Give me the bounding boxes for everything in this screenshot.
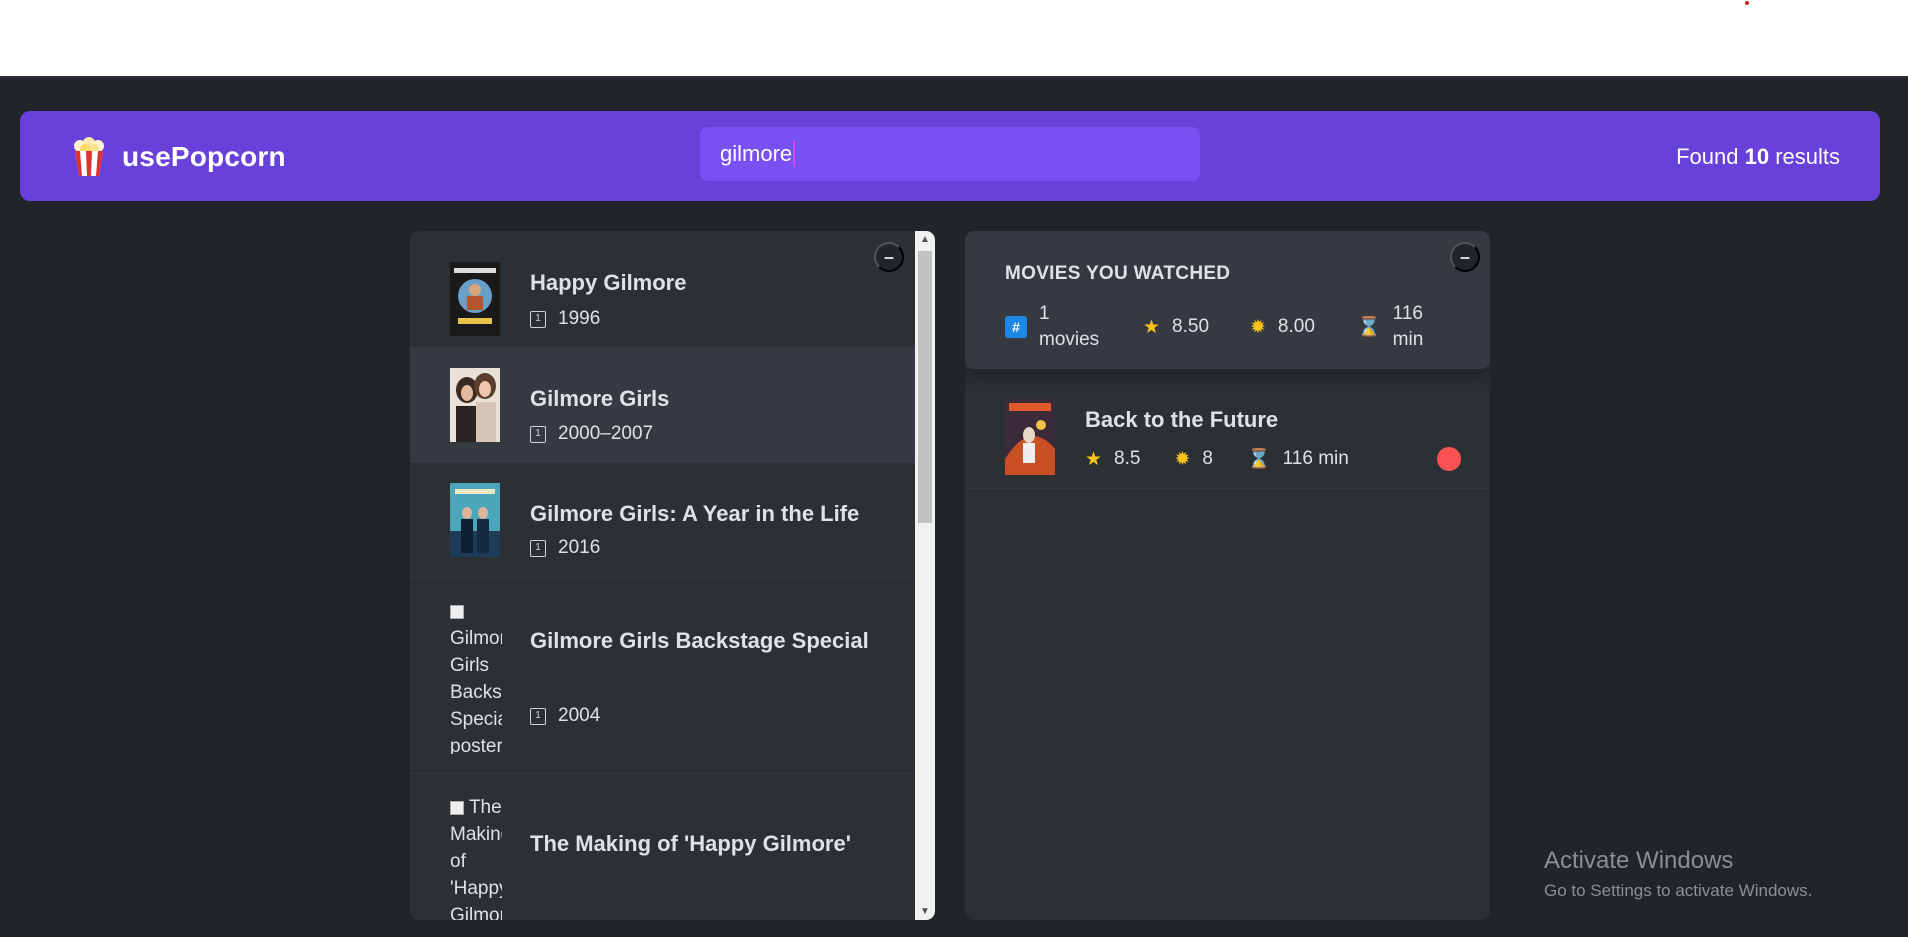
stat-imdb-rating: ★ 8.50 — [1143, 316, 1210, 338]
calendar-icon: 1 — [530, 539, 546, 557]
logo: usePopcorn — [70, 137, 286, 177]
summary-title: MOVIES YOU WATCHED — [1005, 263, 1231, 284]
broken-poster: The Making of 'Happy Gilmore' poster — [450, 797, 502, 920]
star-icon: ★ — [1085, 448, 1103, 470]
watched-user-rating: ✹ 8 — [1174, 448, 1213, 470]
broken-poster: Gilmore Girls Backstage Special poster — [450, 598, 502, 754]
hourglass-icon: ⌛ — [1357, 316, 1381, 338]
movie-title: Happy Gilmore — [530, 270, 687, 295]
search-input[interactable]: gilmore — [700, 127, 1200, 181]
browser-top-area — [0, 0, 1908, 78]
movie-item[interactable]: Happy Gilmore 1 1996 — [410, 231, 915, 348]
scroll-thumb[interactable] — [918, 251, 932, 523]
movie-title: Gilmore Girls — [530, 386, 670, 411]
movie-title: Gilmore Girls Backstage Special — [530, 628, 869, 653]
watched-stats: ★ 8.5 ✹ 8 ⌛ 116 min — [1085, 448, 1383, 470]
movie-list: Happy Gilmore 1 1996 Gilmore Girls 1 200… — [410, 231, 915, 920]
watched-movie-item: Back to the Future ★ 8.5 ✹ 8 ⌛ 116 min — [965, 369, 1490, 489]
movie-year: 1 2016 — [530, 537, 600, 559]
text-caret — [793, 141, 796, 167]
watched-summary: MOVIES YOU WATCHED # 1 movies ★ 8.50 ✹ 8… — [965, 231, 1490, 369]
movie-item[interactable]: Gilmore Girls 1 2000–2007 — [410, 348, 915, 463]
movie-item[interactable]: Gilmore Girls Backstage Special poster G… — [410, 578, 915, 774]
calendar-icon: 1 — [530, 310, 546, 328]
movie-title: The Making of 'Happy Gilmore' — [530, 831, 851, 856]
movie-year: 1 2004 — [530, 705, 600, 727]
results-number: 10 — [1744, 144, 1770, 169]
search-results-box: – Happy Gilmore 1 1996 — [410, 231, 935, 920]
delete-watched-button[interactable] — [1437, 447, 1461, 471]
collapse-watched-button[interactable]: – — [1450, 242, 1480, 272]
app-name: usePopcorn — [122, 141, 286, 172]
results-scrollbar[interactable]: ▲ ▼ — [915, 231, 935, 920]
results-count: Found 10 results — [1676, 144, 1840, 169]
watched-box: MOVIES YOU WATCHED # 1 movies ★ 8.50 ✹ 8… — [965, 231, 1490, 920]
movie-poster — [450, 483, 500, 557]
scroll-up-arrow-icon[interactable]: ▲ — [915, 231, 935, 248]
calendar-icon: 1 — [530, 425, 546, 443]
movie-item[interactable]: The Making of 'Happy Gilmore' poster The… — [410, 774, 915, 920]
stat-user-rating: ✹ 8.00 — [1250, 316, 1315, 338]
movie-item[interactable]: Gilmore Girls: A Year in the Life 1 2016 — [410, 463, 915, 578]
sun-icon: ✹ — [1174, 448, 1191, 470]
calendar-icon: 1 — [530, 707, 546, 725]
scroll-down-arrow-icon[interactable]: ▼ — [915, 903, 935, 920]
broken-image-icon — [450, 604, 464, 619]
watched-imdb-rating: ★ 8.5 — [1085, 448, 1141, 470]
watched-runtime: ⌛ 116 min — [1246, 448, 1349, 470]
broken-image-icon — [450, 800, 464, 815]
movie-poster — [1005, 399, 1055, 475]
hourglass-icon: ⌛ — [1246, 448, 1271, 470]
movie-year: 1 1996 — [530, 308, 600, 330]
watched-title: Back to the Future — [1085, 407, 1279, 432]
collapse-results-button[interactable]: – — [874, 242, 904, 272]
cursor-dot — [1745, 1, 1749, 5]
popcorn-icon — [74, 137, 104, 176]
movie-poster — [450, 368, 500, 442]
star-icon: ★ — [1143, 316, 1161, 338]
hash-icon: # — [1005, 316, 1027, 338]
search-value: gilmore — [720, 141, 793, 166]
movie-title: Gilmore Girls: A Year in the Life — [530, 501, 860, 526]
windows-activation-watermark: Activate Windows Go to Settings to activ… — [1544, 847, 1813, 900]
stat-movies: # 1 movies — [1005, 301, 1099, 353]
movie-year: 1 2000–2007 — [530, 423, 653, 445]
navbar: usePopcorn gilmore Found 10 results — [20, 111, 1880, 201]
stat-runtime: ⌛ 116 min — [1357, 303, 1424, 350]
movie-poster — [450, 262, 500, 336]
sun-icon: ✹ — [1250, 316, 1266, 338]
